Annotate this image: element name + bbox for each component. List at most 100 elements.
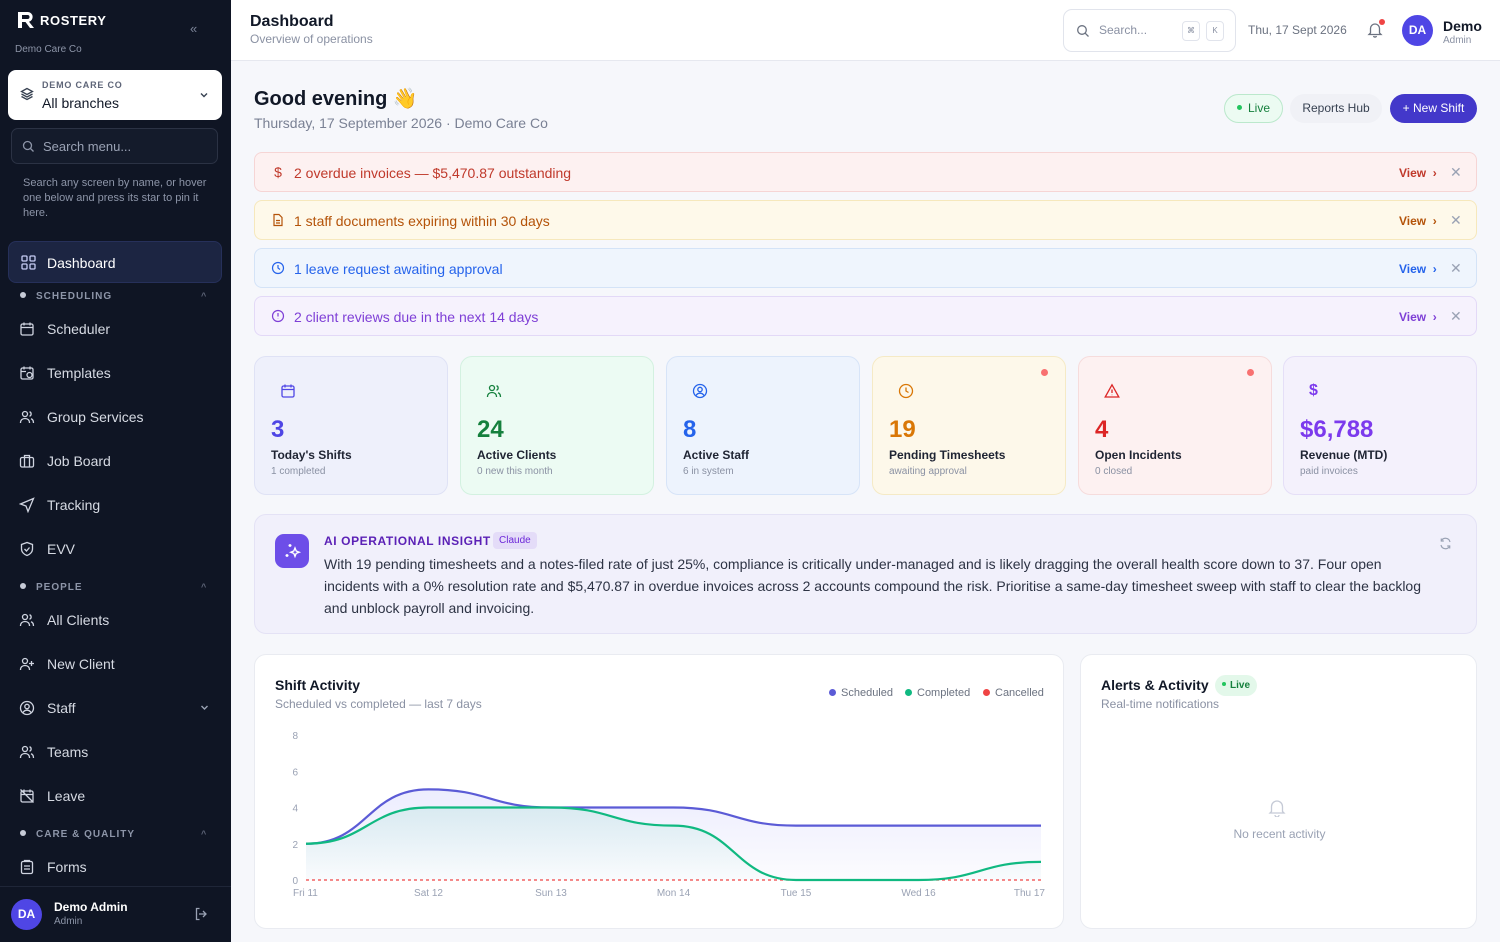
sidebar-item-label: Scheduler — [47, 321, 111, 337]
clock-icon — [898, 383, 914, 399]
x-tick-label: Wed 16 — [901, 888, 936, 899]
alert-view-link[interactable]: View › — [1399, 214, 1437, 228]
reports-hub-button[interactable]: Reports Hub — [1290, 94, 1382, 123]
kbd-command: ⌘ — [1182, 21, 1200, 41]
stat-label: Revenue (MTD) — [1300, 448, 1388, 462]
y-tick-label: 2 — [292, 840, 298, 851]
sidebar-item-forms[interactable]: Forms — [19, 856, 219, 878]
attention-dot — [1041, 369, 1048, 376]
alert-text: 1 leave request awaiting approval — [294, 261, 503, 277]
greeting-subline: Thursday, 17 September 2026 · Demo Care … — [254, 115, 548, 131]
alert-view-link[interactable]: View › — [1399, 262, 1437, 276]
branch-value: All branches — [42, 95, 120, 111]
stat-card-active-staff[interactable]: 8 Active Staff 6 in system — [666, 356, 860, 495]
calendar-clock-icon — [20, 366, 34, 380]
sidebar-item-dashboard[interactable]: Dashboard — [8, 241, 222, 283]
section-people[interactable]: PEOPLE ^ — [20, 582, 210, 593]
sparkles-icon — [275, 534, 309, 568]
grid-icon — [21, 255, 36, 270]
greeting: Good evening 👋 — [254, 88, 418, 110]
alert-overdue-invoices: $ 2 overdue invoices — $5,470.87 outstan… — [254, 152, 1477, 192]
alerts-activity-card: Alerts & Activity Live Real-time notific… — [1080, 654, 1477, 929]
sidebar-item-all-clients[interactable]: All Clients — [19, 609, 219, 631]
view-label: View — [1399, 214, 1427, 228]
sidebar-item-new-client[interactable]: New Client — [19, 653, 219, 675]
sidebar-item-group-services[interactable]: Group Services — [19, 406, 219, 428]
alert-text: 2 client reviews due in the next 14 days — [294, 309, 539, 325]
sidebar-item-label: Templates — [47, 365, 111, 381]
global-search-input[interactable]: Search... ⌘ K — [1063, 9, 1236, 52]
sidebar-item-templates[interactable]: Templates — [19, 362, 219, 384]
stat-card-active-clients[interactable]: 24 Active Clients 0 new this month — [460, 356, 654, 495]
sidebar-item-label: Job Board — [47, 453, 111, 469]
page-subtitle: Overview of operations — [250, 32, 373, 46]
new-shift-button[interactable]: + New Shift — [1390, 94, 1477, 123]
sidebar-item-scheduler[interactable]: Scheduler — [19, 318, 219, 340]
view-label: View — [1399, 262, 1427, 276]
close-icon[interactable]: ✕ — [1450, 260, 1462, 277]
stat-value: 19 — [889, 416, 916, 443]
alert-text: 1 staff documents expiring within 30 day… — [294, 213, 550, 229]
user-plus-icon — [19, 657, 34, 671]
stat-card-revenue[interactable]: $ $6,788 Revenue (MTD) paid invoices — [1283, 356, 1477, 495]
menu-search-hint: Search any screen by name, or hover one … — [23, 177, 207, 219]
avatar[interactable]: DA — [1402, 15, 1433, 46]
kbd-k: K — [1206, 21, 1224, 41]
menu-search-input[interactable]: Search menu... — [11, 128, 218, 164]
shield-check-icon — [20, 541, 34, 557]
page-title: Dashboard — [250, 13, 334, 30]
send-icon — [19, 497, 35, 513]
stat-card-pending-timesheets[interactable]: 19 Pending Timesheets awaiting approval — [872, 356, 1066, 495]
warning-icon — [1104, 383, 1120, 398]
alert-text: 2 overdue invoices — $5,470.87 outstandi… — [294, 165, 572, 181]
menu-search-placeholder: Search menu... — [43, 139, 132, 154]
sidebar-item-tracking[interactable]: Tracking — [19, 494, 219, 516]
avatar[interactable]: DA — [11, 899, 42, 930]
sidebar-item-label: New Client — [47, 656, 115, 672]
section-care-quality[interactable]: CARE & QUALITY ^ — [20, 829, 210, 840]
section-title: PEOPLE — [36, 582, 83, 593]
live-badge[interactable]: Live — [1224, 94, 1283, 123]
branch-selector[interactable]: DEMO CARE CO All branches — [8, 70, 222, 120]
stat-label: Active Clients — [477, 448, 557, 462]
users-icon — [19, 410, 35, 424]
activity-subtitle: Real-time notifications — [1101, 697, 1220, 711]
alert-view-link[interactable]: View › — [1399, 310, 1437, 324]
stat-sub: paid invoices — [1300, 466, 1358, 477]
close-icon[interactable]: ✕ — [1450, 212, 1462, 229]
y-tick-label: 0 — [292, 876, 298, 887]
alert-view-link[interactable]: View › — [1399, 166, 1437, 180]
current-date: Thu, 17 Sept 2026 — [1248, 23, 1347, 37]
stat-sub: 0 closed — [1095, 466, 1133, 477]
insight-body: With 19 pending timesheets and a notes-f… — [324, 556, 1421, 616]
stat-value: 3 — [271, 416, 285, 443]
user-circle-icon — [692, 383, 708, 399]
sidebar-item-teams[interactable]: Teams — [19, 741, 219, 763]
sidebar-item-evv[interactable]: EVV — [19, 538, 219, 560]
refresh-icon[interactable] — [1439, 537, 1452, 550]
stat-card-todays-shifts[interactable]: 3 Today's Shifts 1 completed — [254, 356, 448, 495]
live-label: Live — [1247, 101, 1270, 115]
close-icon[interactable]: ✕ — [1450, 164, 1462, 181]
x-tick-label: Thu 17 — [1014, 888, 1046, 899]
stat-value: 24 — [477, 416, 504, 443]
logout-icon[interactable] — [194, 907, 208, 921]
stat-value: $6,788 — [1300, 416, 1374, 443]
topbar: Dashboard Overview of operations Search.… — [231, 0, 1500, 61]
stat-card-open-incidents[interactable]: 4 Open Incidents 0 closed — [1078, 356, 1272, 495]
sidebar-item-label: EVV — [47, 541, 76, 557]
user-name[interactable]: Demo — [1443, 18, 1482, 34]
dollar-icon: $ — [1309, 382, 1318, 399]
section-scheduling[interactable]: SCHEDULING ^ — [20, 291, 210, 302]
branch-label: DEMO CARE CO — [42, 80, 123, 90]
collapse-sidebar-icon[interactable]: « — [190, 21, 197, 36]
sidebar-item-leave[interactable]: Leave — [19, 785, 219, 807]
stat-sub: 6 in system — [683, 466, 734, 477]
sidebar-item-staff[interactable]: Staff — [19, 697, 219, 719]
sidebar-item-job-board[interactable]: Job Board — [19, 450, 219, 472]
calendar-icon — [20, 322, 34, 336]
org-name: Demo Care Co — [15, 44, 82, 55]
close-icon[interactable]: ✕ — [1450, 308, 1462, 325]
view-label: View — [1399, 166, 1427, 180]
sidebar: ROSTERY « Demo Care Co DEMO CARE CO All … — [0, 0, 231, 942]
